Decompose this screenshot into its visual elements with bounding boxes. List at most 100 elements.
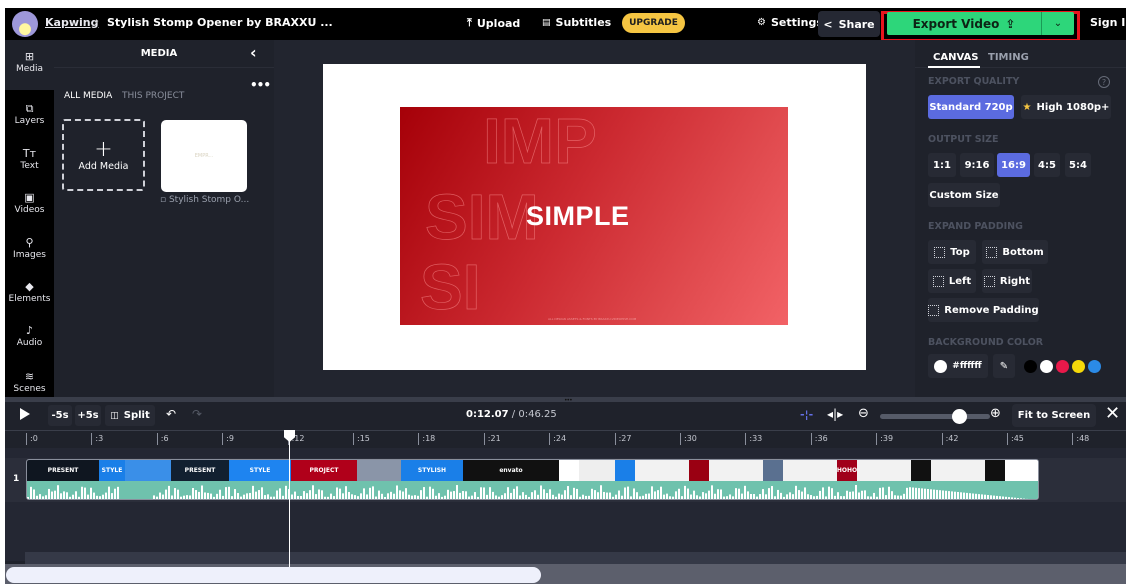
waveform-bar	[432, 488, 434, 499]
quality-high-1080p-button[interactable]: ★ High 1080p+	[1021, 95, 1111, 119]
waveform-bar	[837, 492, 839, 499]
size-1-1-button[interactable]: 1:1	[928, 153, 956, 177]
waveform-bar	[54, 490, 56, 499]
waveform-bar	[99, 496, 101, 499]
custom-size-button[interactable]: Custom Size	[928, 183, 1000, 207]
waveform-bar	[279, 488, 281, 499]
waveform-bar	[846, 490, 848, 499]
rail-item-elements[interactable]: ◆ Elements	[5, 280, 54, 304]
subtitles-button[interactable]: ▤ Subtitles	[542, 16, 611, 29]
tab-timing[interactable]: TIMING	[988, 52, 1029, 63]
close-timeline-icon[interactable]: ✕	[1105, 403, 1120, 424]
padding-top-button[interactable]: Top	[928, 240, 976, 264]
waveform-bar	[936, 489, 938, 499]
size-4-5-button[interactable]: 4:5	[1034, 153, 1060, 177]
ruler-tick: :3	[91, 433, 103, 445]
waveform-bar	[216, 493, 218, 499]
project-title[interactable]: Stylish Stomp Opener by BRAXXU ...	[107, 16, 333, 29]
active-tab-indicator	[928, 66, 980, 68]
collapse-panel-chevron-left-icon[interactable]: ‹	[250, 43, 257, 62]
redo-icon[interactable]: ↷	[192, 407, 202, 421]
waveform-bar	[57, 485, 59, 499]
upload-button[interactable]: ⤒ Upload	[467, 16, 520, 30]
waveform-bar	[204, 492, 206, 499]
background-color-picker[interactable]: #ffffff	[928, 354, 988, 378]
waveform-bar	[744, 485, 746, 499]
waveform-bar	[669, 496, 671, 499]
more-options-icon[interactable]: •••	[250, 78, 271, 92]
waveform-bar	[741, 493, 743, 499]
swatch-blue[interactable]	[1088, 360, 1101, 373]
waveform-bar	[1026, 498, 1028, 499]
video-clip[interactable]: PRESENT STYLE PRESENT STYLE PROJECT STYLISH en…	[26, 459, 1039, 500]
videos-icon: ▣	[24, 191, 35, 204]
snap-toggle-icon[interactable]: -¦-	[800, 408, 813, 421]
quality-standard-720p-button[interactable]: Standard 720p	[928, 95, 1014, 119]
tab-canvas[interactable]: CANVAS	[933, 52, 978, 63]
zoom-out-icon[interactable]: ⊖	[858, 406, 869, 421]
fit-to-screen-button[interactable]: Fit to Screen	[1012, 404, 1096, 427]
zoom-slider-thumb[interactable]	[952, 409, 968, 424]
add-media-button[interactable]: + Add Media	[62, 119, 145, 191]
video-footer-text: ALL DESIGN ASSETS & FONTS BY BRAXXU-VIDE…	[548, 317, 637, 321]
avatar[interactable]	[12, 11, 38, 37]
time-readout: 0:12.07 / 0:46.25	[466, 409, 557, 420]
rail-item-videos[interactable]: ▣ Videos	[5, 191, 54, 215]
waveform-bar	[975, 493, 977, 499]
waveform-bar	[30, 486, 32, 499]
back-5s-button[interactable]: -5s	[48, 405, 72, 426]
undo-icon[interactable]: ↶	[166, 407, 176, 421]
rail-label: Layers	[14, 116, 45, 126]
forward-5s-button[interactable]: +5s	[75, 405, 101, 426]
remove-padding-button[interactable]: Remove Padding	[928, 298, 1039, 322]
split-at-playhead-icon[interactable]: ◂|▸	[827, 407, 843, 421]
tab-all-media[interactable]: ALL MEDIA	[64, 91, 112, 101]
waveform-bar	[519, 495, 521, 499]
sign-in-link[interactable]: Sign In	[1090, 16, 1126, 29]
canvas[interactable]: IMP SIM SI SIMPLE ALL DESIGN ASSETS & FO…	[323, 64, 866, 370]
export-video-button[interactable]: Export Video ⇪	[887, 12, 1041, 35]
settings-button[interactable]: ⚙ Settings	[757, 16, 823, 29]
rail-item-text[interactable]: Tт Text	[5, 147, 54, 171]
eyedropper-button[interactable]: ✎	[993, 354, 1015, 378]
swatch-red[interactable]	[1056, 360, 1069, 373]
video-layer[interactable]: IMP SIM SI SIMPLE ALL DESIGN ASSETS & FO…	[400, 107, 788, 325]
timeline-zoom-slider[interactable]	[880, 409, 990, 424]
waveform-bar	[756, 496, 758, 499]
padding-bottom-button[interactable]: Bottom	[982, 240, 1048, 264]
size-9-16-button[interactable]: 9:16	[960, 153, 994, 177]
play-icon[interactable]	[20, 408, 30, 420]
waveform-bar	[849, 491, 851, 499]
breadcrumb-kapwing-link[interactable]: Kapwing	[45, 16, 98, 29]
padding-right-button[interactable]: Right	[982, 269, 1032, 293]
waveform-bar	[63, 491, 65, 499]
rail-item-audio[interactable]: ♪ Audio	[5, 324, 54, 348]
waveform-bar	[777, 489, 779, 499]
help-icon[interactable]: ?	[1098, 76, 1110, 88]
media-item-thumbnail[interactable]: EMPR...	[161, 120, 247, 192]
rail-item-scenes[interactable]: ≋ Scenes	[5, 370, 54, 394]
size-16-9-button[interactable]: 16:9	[997, 153, 1030, 177]
split-button[interactable]: ◫ Split	[105, 405, 155, 426]
timeline-scrollbar-thumb[interactable]	[6, 567, 541, 583]
padding-left-button[interactable]: Left	[928, 269, 976, 293]
swatch-white[interactable]	[1040, 360, 1053, 373]
upgrade-button[interactable]: UPGRADE	[622, 13, 685, 33]
share-button[interactable]: < Share	[818, 11, 880, 37]
size-5-4-button[interactable]: 5:4	[1065, 153, 1091, 177]
timeline-ruler[interactable]: :0:3:6:9:12:15:18:21:24:27:30:33:36:39:4…	[5, 430, 1126, 448]
tab-this-project[interactable]: THIS PROJECT	[122, 91, 184, 101]
rail-item-media[interactable]: ⊞ Media	[5, 40, 54, 90]
rail-item-layers[interactable]: ⧉ Layers	[5, 102, 54, 126]
swatch-black[interactable]	[1024, 360, 1037, 373]
waveform-bar	[816, 495, 818, 499]
waveform-bar	[924, 488, 926, 499]
current-time: 0:12.07	[466, 409, 509, 420]
swatch-yellow[interactable]	[1072, 360, 1085, 373]
playhead-line[interactable]	[289, 438, 290, 567]
waveform-bar	[696, 495, 698, 499]
zoom-in-icon[interactable]: ⊕	[990, 406, 1001, 421]
export-options-dropdown[interactable]: ⌄	[1041, 12, 1074, 35]
scroll-gutter	[25, 552, 1126, 564]
rail-item-images[interactable]: ⚲ Images	[5, 236, 54, 260]
